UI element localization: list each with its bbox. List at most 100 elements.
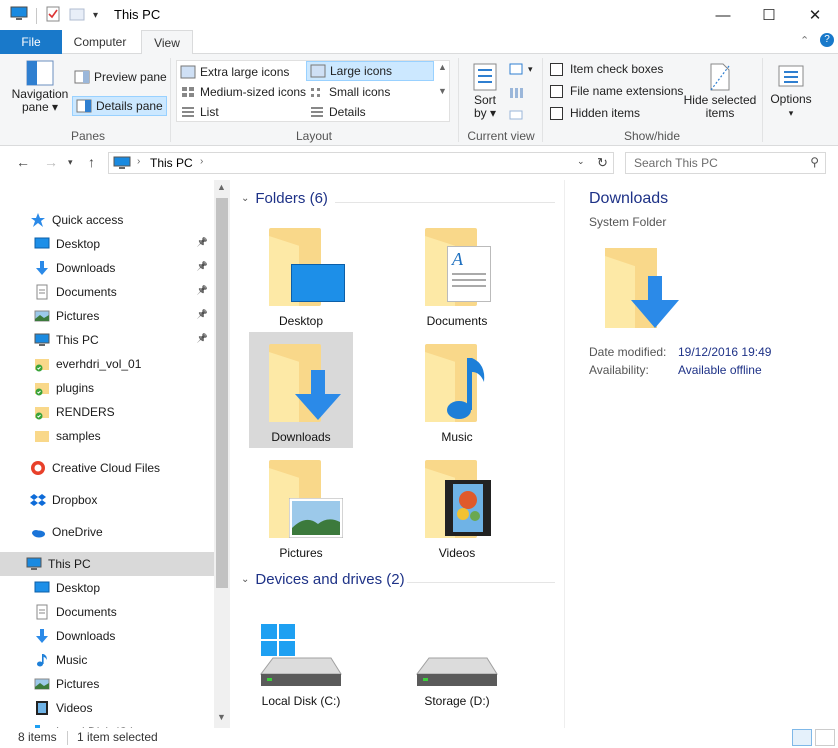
help-icon[interactable]: ? <box>820 33 834 47</box>
navigation-pane-button[interactable]: Navigation pane ▾ <box>10 60 70 114</box>
new-folder-icon[interactable] <box>69 6 85 25</box>
size-columns-button[interactable] <box>508 108 524 122</box>
tab-view[interactable]: View <box>141 30 193 55</box>
checkbox[interactable] <box>550 106 563 120</box>
sidebar-item-this-pc[interactable]: This PC 📌 <box>0 328 214 352</box>
layout-large-icons[interactable]: Large icons <box>306 61 434 81</box>
computer-icon[interactable] <box>10 6 28 25</box>
folders-section-header[interactable]: ⌄ Folders (6) <box>241 190 328 207</box>
item-check-boxes-toggle[interactable]: Item check boxes <box>550 62 663 76</box>
layout-extra-large-icons[interactable]: Extra large icons <box>180 63 289 81</box>
sidebar-item-label: Documents <box>56 285 117 299</box>
minimize-button[interactable]: — <box>700 0 746 30</box>
address-bar[interactable]: › This PC › ⌄ ↻ <box>108 152 614 174</box>
close-button[interactable]: ✕ <box>792 0 838 30</box>
recent-locations-icon[interactable]: ▾ <box>68 157 73 168</box>
sidebar-item-samples[interactable]: samples <box>0 424 214 448</box>
scroll-down-icon[interactable]: ▼ <box>217 712 226 722</box>
tab-computer[interactable]: Computer <box>62 30 138 54</box>
forward-arrow-icon[interactable]: → <box>44 154 58 170</box>
details-pane-button[interactable]: Details pane <box>72 96 167 116</box>
sidebar-item-creative-cloud-files[interactable]: Creative Cloud Files <box>0 456 214 480</box>
sidebar-item-desktop[interactable]: Desktop 📌 <box>0 232 214 256</box>
folder-pictures[interactable]: Pictures <box>249 448 353 564</box>
pin-icon[interactable]: 📌 <box>197 261 208 272</box>
sidebar-item-quick-access[interactable]: Quick access <box>0 208 214 232</box>
drive-storage-d[interactable]: Storage (D:) <box>405 608 509 712</box>
sidebar-item-documents[interactable]: Documents 📌 <box>0 280 214 304</box>
search-icon[interactable]: ⚲ <box>810 155 819 169</box>
chevron-down-icon: ▾ <box>528 63 533 74</box>
checkbox[interactable] <box>550 62 563 76</box>
chevron-down-icon[interactable]: ▼ <box>438 86 447 96</box>
hide-selected-items-button[interactable]: Hide selected items <box>682 62 758 120</box>
sidebar-item-label: Desktop <box>56 237 101 251</box>
checkbox[interactable] <box>550 84 563 98</box>
sidebar-item-desktop[interactable]: Desktop <box>0 576 214 600</box>
layout-list[interactable]: List <box>180 103 219 121</box>
customize-toolbar-icon[interactable]: ▾ <box>93 10 98 21</box>
sidebar-item-label: Documents <box>56 605 117 619</box>
sidebar-item-pictures[interactable]: Pictures 📌 <box>0 304 214 328</box>
videos-icon <box>34 700 50 716</box>
layout-small-icons[interactable]: Small icons <box>309 83 390 101</box>
folder-documents[interactable]: A Documents <box>405 216 509 332</box>
refresh-icon[interactable]: ↻ <box>597 155 608 171</box>
drive-local-disk-c[interactable]: Local Disk (C:) <box>249 608 353 712</box>
layout-scroll-control[interactable]: ▲ ▼ <box>438 62 447 96</box>
breadcrumb-chevron-icon[interactable]: › <box>200 156 203 167</box>
sidebar-item-music[interactable]: Music <box>0 648 214 672</box>
up-arrow-icon[interactable]: ↑ <box>88 154 95 170</box>
details-view-icon[interactable] <box>792 729 812 746</box>
layout-option-label: Details <box>329 105 366 119</box>
sidebar-item-local-disk-c[interactable]: Local Disk (C:) <box>0 720 214 728</box>
pictures-icon <box>34 676 50 692</box>
sidebar-item-pictures[interactable]: Pictures <box>0 672 214 696</box>
sidebar-item-downloads[interactable]: Downloads <box>0 624 214 648</box>
sidebar-item-documents[interactable]: Documents <box>0 600 214 624</box>
folder-music[interactable]: Music <box>405 332 509 448</box>
file-name-extensions-toggle[interactable]: File name extensions <box>550 84 683 98</box>
chevron-down-icon[interactable]: ⌄ <box>241 574 249 585</box>
sidebar-item-downloads[interactable]: Downloads 📌 <box>0 256 214 280</box>
search-input[interactable]: Search This PC ⚲ <box>625 152 826 174</box>
pin-icon[interactable]: 📌 <box>197 309 208 320</box>
pin-icon[interactable]: 📌 <box>197 285 208 296</box>
folder-desktop[interactable]: Desktop <box>249 216 353 332</box>
sidebar-item-renders[interactable]: RENDERS <box>0 400 214 424</box>
sidebar-item-everhdri-vol-01[interactable]: everhdri_vol_01 <box>0 352 214 376</box>
back-arrow-icon[interactable]: ← <box>16 154 30 170</box>
sidebar-item-this-pc[interactable]: This PC <box>0 552 214 576</box>
preview-pane-button[interactable]: Preview pane <box>72 68 169 86</box>
folder-videos[interactable]: Videos <box>405 448 509 564</box>
sidebar-item-dropbox[interactable]: Dropbox <box>0 488 214 512</box>
options-button[interactable]: Options ▾ <box>768 62 814 119</box>
chevron-down-icon[interactable]: ⌄ <box>241 193 249 204</box>
hidden-items-toggle[interactable]: Hidden items <box>550 106 640 120</box>
maximize-button[interactable]: ☐ <box>746 0 792 30</box>
pin-icon[interactable]: 📌 <box>197 237 208 248</box>
chevron-up-icon[interactable]: ▲ <box>438 62 447 72</box>
properties-icon[interactable] <box>45 6 61 25</box>
group-by-button[interactable]: ▾ <box>508 62 533 76</box>
tab-file[interactable]: File <box>0 30 62 54</box>
scrollbar-thumb[interactable] <box>216 198 228 588</box>
scroll-up-icon[interactable]: ▲ <box>217 182 226 192</box>
sidebar-item-onedrive[interactable]: OneDrive <box>0 520 214 544</box>
pin-icon[interactable]: 📌 <box>197 333 208 344</box>
address-dropdown-icon[interactable]: ⌄ <box>577 156 585 167</box>
layout-medium-icons[interactable]: Medium-sized icons <box>180 83 306 101</box>
large-icons-view-icon[interactable] <box>815 729 835 746</box>
nav-scrollbar[interactable]: ▲ ▼ <box>214 180 230 728</box>
sidebar-item-plugins[interactable]: plugins <box>0 376 214 400</box>
add-columns-button[interactable] <box>508 86 524 100</box>
computer-icon <box>26 556 42 572</box>
sidebar-item-videos[interactable]: Videos <box>0 696 214 720</box>
breadcrumb-chevron-icon[interactable]: › <box>137 156 140 167</box>
sort-by-button[interactable]: Sort by ▾ <box>468 62 502 120</box>
collapse-ribbon-icon[interactable]: ⌃ <box>800 34 809 47</box>
breadcrumb[interactable]: This PC <box>150 156 193 170</box>
folder-downloads[interactable]: Downloads <box>249 332 353 448</box>
layout-details[interactable]: Details <box>309 103 366 121</box>
devices-section-header[interactable]: ⌄ Devices and drives (2) <box>241 571 405 588</box>
